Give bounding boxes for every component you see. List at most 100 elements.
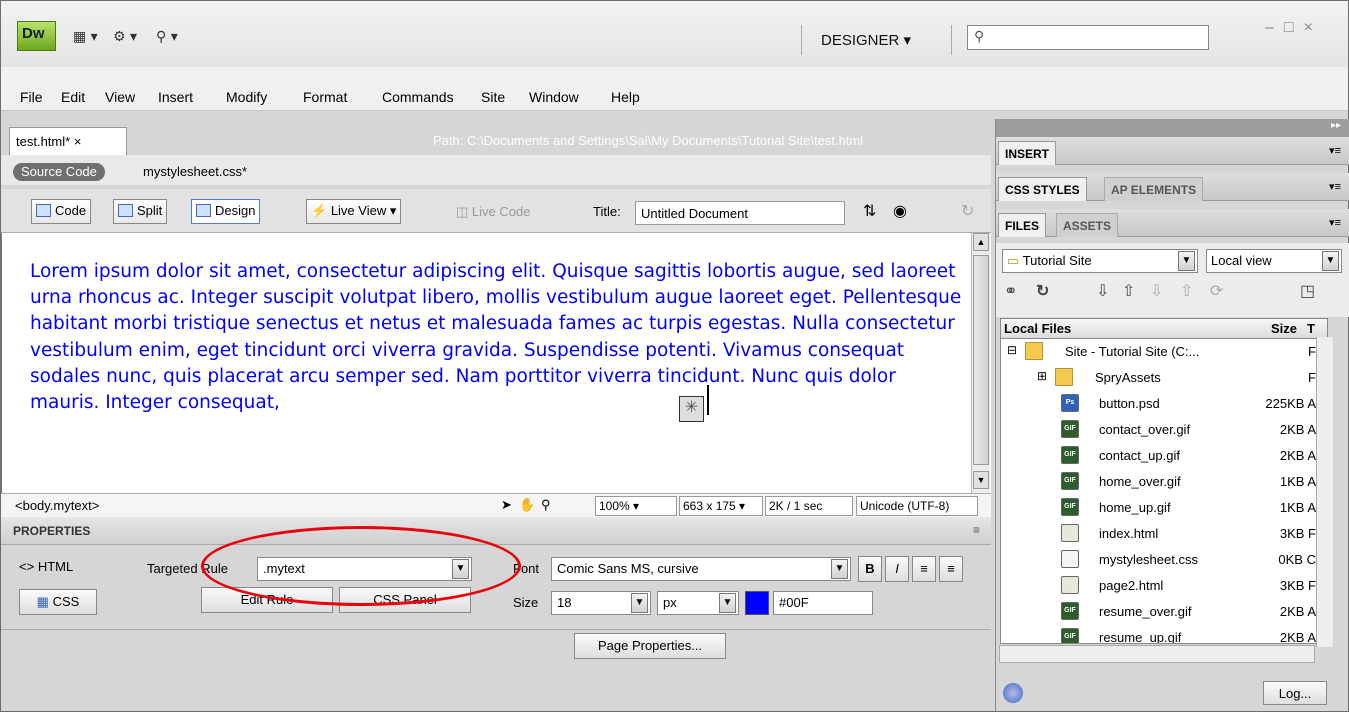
menu-window[interactable]: Window — [529, 89, 579, 105]
window-controls[interactable]: –□× — [1265, 19, 1323, 37]
tab-insert[interactable]: INSERT — [998, 141, 1057, 165]
design-view-canvas[interactable]: Lorem ipsum dolor sit amet, consectetur … — [1, 233, 991, 493]
hand-tool-icon[interactable]: ✋ — [519, 497, 535, 513]
tab-files[interactable]: FILES — [998, 213, 1047, 237]
expand-icon[interactable]: ◳ — [1300, 281, 1315, 301]
list-item[interactable]: mystylesheet.css 0KB C — [1001, 547, 1327, 573]
zoom-select[interactable]: 100% ▾ — [595, 496, 677, 516]
column-type[interactable]: T — [1307, 321, 1315, 336]
select-tool-icon[interactable]: ➤ — [501, 497, 512, 513]
gif-file-icon: GIF — [1061, 420, 1079, 438]
live-code-button[interactable]: ◫ Live Code — [456, 204, 530, 220]
live-view-button[interactable]: ⚡ Live View ▾ — [306, 199, 402, 224]
list-item[interactable]: GIF contact_up.gif 2KB A — [1001, 443, 1327, 469]
related-file-css[interactable]: mystylesheet.css* — [143, 164, 247, 179]
list-item[interactable]: GIF resume_up.gif 2KB A — [1001, 625, 1327, 643]
files-vertical-scrollbar[interactable] — [1316, 337, 1333, 647]
tab-assets[interactable]: ASSETS — [1056, 213, 1119, 237]
download-time: 2K / 1 sec — [765, 496, 853, 516]
font-unit-select[interactable]: px ▼ — [657, 591, 739, 615]
view-select[interactable]: Local view ▼ — [1206, 249, 1342, 273]
list-item[interactable]: GIF home_up.gif 1KB A — [1001, 495, 1327, 521]
log-button[interactable]: Log... — [1263, 681, 1327, 705]
list-item[interactable]: ⊞ SpryAssets F — [1001, 365, 1327, 391]
design-view-button[interactable]: Design — [191, 199, 261, 224]
split-view-button[interactable]: Split — [113, 199, 168, 224]
menu-edit[interactable]: Edit — [61, 89, 85, 105]
editor-vertical-scrollbar[interactable]: ▲ ▼ — [971, 233, 990, 493]
column-local-files[interactable]: Local Files — [1004, 321, 1071, 336]
site-select[interactable]: ▭ Tutorial Site ▼ — [1002, 249, 1198, 273]
workspace-switcher[interactable]: DESIGNER ▾ — [821, 31, 911, 49]
body-text[interactable]: Lorem ipsum dolor sit amet, consectetur … — [30, 259, 970, 493]
refresh-icon[interactable]: ↻ — [1036, 281, 1049, 301]
code-view-button[interactable]: Code — [31, 199, 92, 224]
css-mode-button[interactable]: ▦ CSS — [19, 589, 97, 615]
menu-file[interactable]: File — [20, 89, 43, 105]
menu-help[interactable]: Help — [611, 89, 640, 105]
panel-menu-icon[interactable]: ▾≡ — [1329, 216, 1341, 229]
list-item[interactable]: GIF resume_over.gif 2KB A — [1001, 599, 1327, 625]
menu-modify[interactable]: Modify — [226, 89, 267, 105]
insert-panel-header[interactable]: INSERT ▾≡ — [996, 137, 1349, 165]
italic-button[interactable]: I — [885, 556, 909, 582]
list-item[interactable]: Ps button.psd 225KB A — [1001, 391, 1327, 417]
tab-css-styles[interactable]: CSS STYLES — [998, 177, 1087, 201]
search-input[interactable]: ⚲ — [967, 25, 1209, 50]
file-management-icon[interactable]: ⇅ — [863, 201, 876, 221]
close-icon[interactable]: × — [74, 134, 82, 149]
menu-insert[interactable]: Insert — [158, 89, 193, 105]
code-icon — [36, 204, 51, 217]
list-item[interactable]: GIF home_over.gif 1KB A — [1001, 469, 1327, 495]
files-horizontal-scrollbar[interactable] — [999, 645, 1315, 663]
zoom-tool-icon[interactable]: ⚲ — [541, 497, 551, 513]
list-item[interactable]: index.html 3KB F — [1001, 521, 1327, 547]
font-select[interactable]: Comic Sans MS, cursive ▼ — [551, 557, 851, 581]
column-size[interactable]: Size — [1271, 321, 1297, 336]
tab-test-html[interactable]: test.html* × — [9, 127, 127, 157]
html-mode-button[interactable]: <> HTML — [19, 559, 73, 574]
bold-button[interactable]: B — [858, 556, 882, 582]
menu-commands[interactable]: Commands — [382, 89, 454, 105]
scroll-up-icon[interactable]: ▲ — [973, 233, 989, 251]
source-code-button[interactable]: Source Code — [13, 163, 105, 181]
list-item[interactable]: page2.html 3KB F — [1001, 573, 1327, 599]
list-item[interactable]: ⊟ Site - Tutorial Site (C:... F — [1001, 339, 1327, 365]
get-files-icon[interactable]: ⇩ — [1096, 281, 1109, 301]
color-value-input[interactable]: #00F — [773, 591, 873, 615]
synchronize-icon[interactable]: ⟳ — [1210, 281, 1223, 301]
window-size-select[interactable]: 663 x 175 ▾ — [679, 496, 763, 516]
align-center-button[interactable]: ≡ — [939, 556, 963, 582]
collapse-icon[interactable]: ▸▸ — [1331, 120, 1341, 131]
font-size-select[interactable]: 18 ▼ — [551, 591, 651, 615]
connect-icon[interactable]: ⚭ — [1004, 281, 1017, 301]
menu-site[interactable]: Site — [481, 89, 505, 105]
check-in-icon[interactable]: ⇧ — [1180, 281, 1193, 301]
separator — [801, 25, 802, 55]
invisible-element-anchor-icon[interactable]: ✳ — [679, 396, 704, 422]
refresh-icon[interactable]: ↻ — [961, 201, 974, 221]
gear-icon[interactable]: ⚙ ▾ — [113, 29, 137, 47]
layout-icon[interactable]: ▦ ▾ — [73, 29, 98, 47]
menu-view[interactable]: View — [105, 89, 135, 105]
preview-in-browser-icon[interactable]: ◉ — [893, 201, 907, 221]
page-properties-button[interactable]: Page Properties... — [574, 633, 726, 659]
align-left-button[interactable]: ≡ — [912, 556, 936, 582]
panel-menu-icon[interactable]: ▾≡ — [1329, 144, 1341, 157]
panel-menu-icon[interactable]: ≡ — [973, 523, 980, 537]
tab-ap-elements[interactable]: AP ELEMENTS — [1104, 177, 1204, 201]
scroll-down-icon[interactable]: ▼ — [973, 471, 989, 489]
panel-menu-icon[interactable]: ▾≡ — [1329, 180, 1341, 193]
site-icon[interactable]: ⚲ ▾ — [156, 29, 178, 47]
check-out-icon[interactable]: ⇩ — [1150, 281, 1163, 301]
menu-format[interactable]: Format — [303, 89, 347, 105]
document-title-input[interactable]: Untitled Document — [635, 201, 845, 225]
list-item[interactable]: GIF contact_over.gif 2KB A — [1001, 417, 1327, 443]
collapse-icon[interactable]: ⊟ — [1007, 343, 1017, 357]
chevron-down-icon: ▼ — [1322, 251, 1339, 271]
tag-selector[interactable]: <body.mytext> — [15, 498, 99, 513]
put-files-icon[interactable]: ⇧ — [1122, 281, 1135, 301]
scrollbar-thumb[interactable] — [973, 255, 989, 465]
color-swatch[interactable] — [745, 591, 769, 615]
expand-icon[interactable]: ⊞ — [1037, 369, 1047, 383]
